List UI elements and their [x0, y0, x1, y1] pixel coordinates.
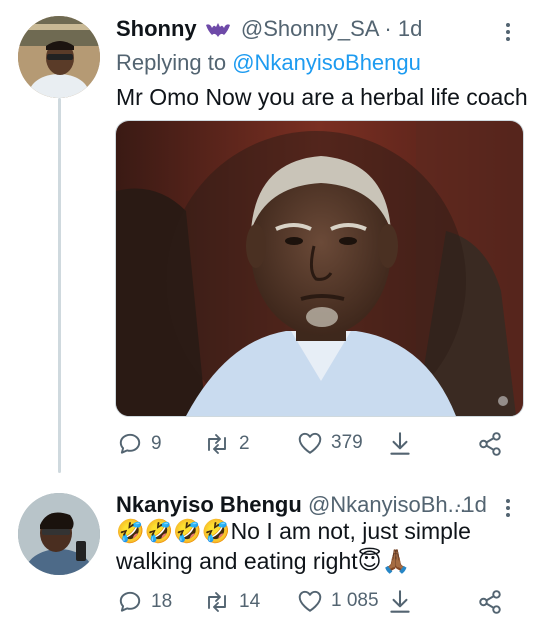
retweet-button[interactable]: 14: [203, 589, 260, 615]
display-name[interactable]: Shonny: [116, 16, 197, 41]
rofl-emoji-icons: 🤣🤣🤣🤣: [116, 518, 231, 544]
handle[interactable]: @Shonny_SA: [241, 16, 378, 41]
replying-to: Replying to @NkanyisoBhengu: [116, 50, 421, 76]
display-name[interactable]: Nkanyiso Bhengu: [116, 492, 302, 517]
replying-to-handle[interactable]: @NkanyisoBhengu: [232, 50, 421, 75]
timestamp[interactable]: 1d: [398, 16, 422, 41]
retweet-icon: [203, 431, 231, 457]
download-button[interactable]: [387, 430, 413, 458]
reply-button[interactable]: 18: [117, 589, 172, 615]
tweet-text: walking and eating right: [116, 548, 358, 574]
tweet-header: Shonny @Shonny_SA · 1d: [116, 16, 422, 45]
bat-emoji-icon: [205, 19, 231, 45]
retweet-count: 14: [239, 591, 261, 612]
share-icon: [477, 589, 503, 615]
reply-button[interactable]: 9: [117, 431, 162, 457]
tweet-text: No I am not, just simple: [230, 518, 471, 544]
avatar[interactable]: [18, 16, 100, 98]
share-button[interactable]: [477, 589, 503, 615]
heart-icon: [297, 589, 323, 613]
handle[interactable]: @NkanyisoBh...: [308, 492, 466, 517]
retweet-button[interactable]: 2: [203, 431, 250, 457]
like-button[interactable]: 1 085: [297, 589, 379, 613]
separator: ·: [384, 16, 392, 41]
tweet-actions: 18 14 1 085: [117, 589, 517, 619]
retweet-icon: [203, 589, 231, 615]
avatar[interactable]: [18, 493, 100, 575]
avatar-photo: [18, 16, 100, 98]
reply-count: 18: [151, 591, 173, 612]
tweet-text-line-2: walking and eating right😇🙏🏾: [116, 546, 410, 576]
replying-prefix: Replying to: [116, 50, 227, 75]
timestamp[interactable]: 1d: [462, 492, 486, 517]
more-options-icon[interactable]: [505, 498, 511, 518]
share-icon: [477, 431, 503, 457]
like-button[interactable]: 379: [297, 431, 363, 455]
tweet-time: ·1d: [455, 492, 487, 518]
reply-count: 9: [151, 433, 162, 454]
like-count: 379: [331, 432, 363, 453]
like-count: 1 085: [331, 590, 379, 611]
heart-icon: [297, 431, 323, 455]
reply-icon: [117, 431, 143, 457]
tweet-text-line-1: 🤣🤣🤣🤣No I am not, just simple: [116, 516, 471, 546]
download-arrow-icon: [387, 430, 413, 458]
share-button[interactable]: [477, 431, 503, 457]
thread-connector-line: [58, 98, 61, 473]
avatar-photo: [18, 493, 100, 575]
media-photo: [116, 121, 523, 416]
download-button[interactable]: [387, 588, 413, 616]
tweet-actions: 9 2 379: [117, 431, 517, 461]
reply-icon: [117, 589, 143, 615]
tweet-media-image[interactable]: [115, 120, 524, 417]
retweet-count: 2: [239, 433, 250, 454]
more-options-icon[interactable]: [505, 22, 511, 42]
tweet-header: Nkanyiso Bhengu @NkanyisoBh...: [116, 492, 466, 518]
halo-pray-emoji-icons: 😇🙏🏾: [357, 548, 411, 574]
download-arrow-icon: [387, 588, 413, 616]
tweet-text: Mr Omo Now you are a herbal life coach: [116, 84, 528, 110]
